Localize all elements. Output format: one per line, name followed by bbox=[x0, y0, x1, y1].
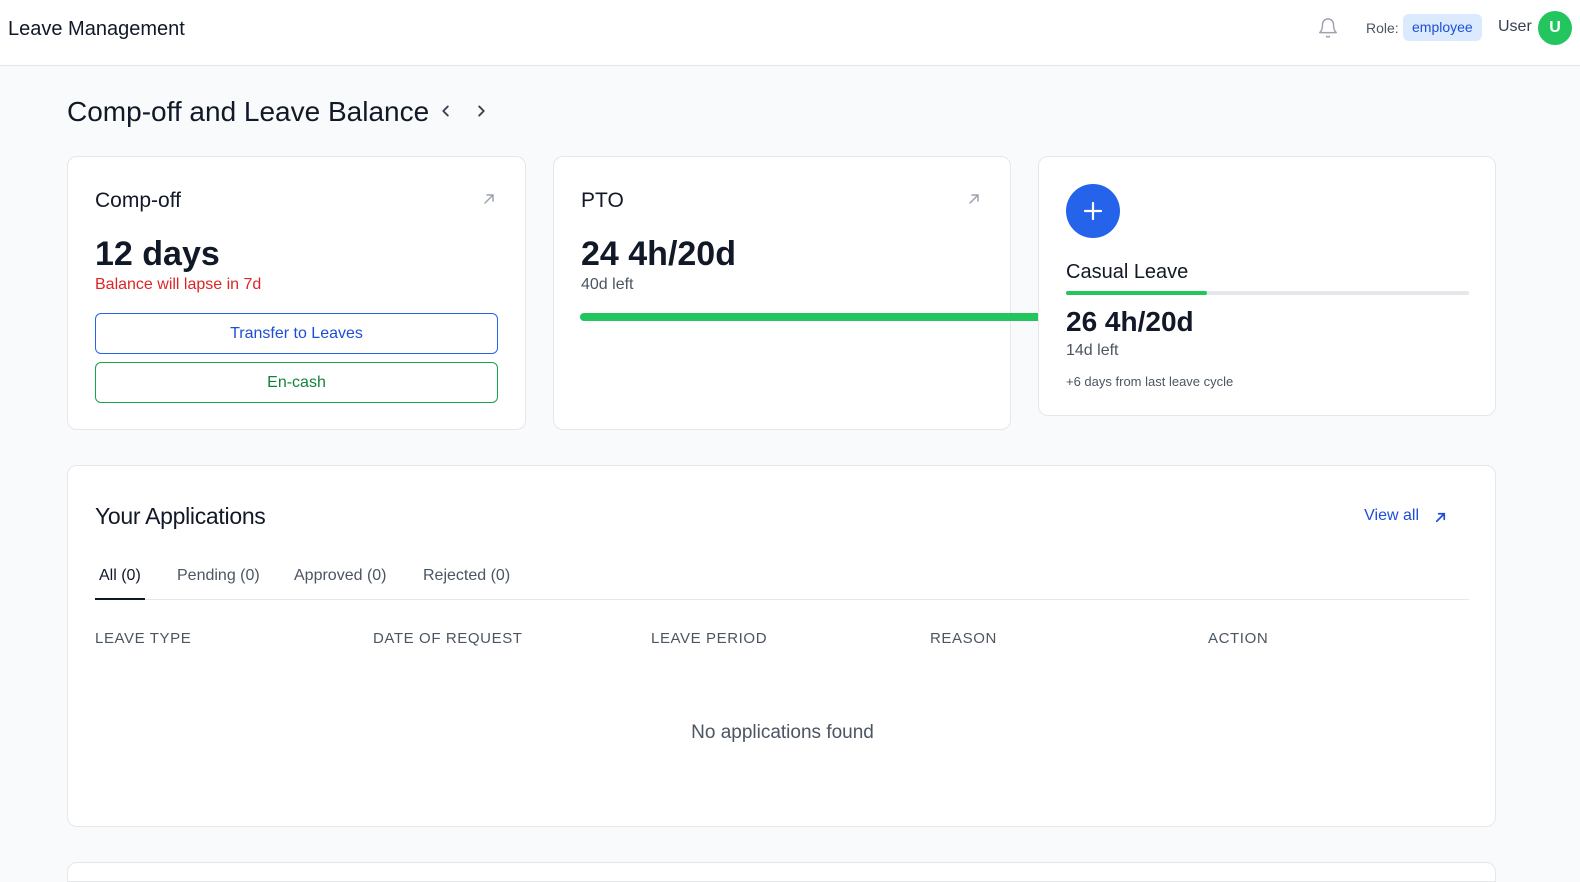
compoff-value: 12 days bbox=[95, 235, 220, 273]
top-bar: Leave Management Role: employee User U bbox=[0, 0, 1580, 66]
column-header-action: Action bbox=[1208, 630, 1269, 647]
arrow-up-right-icon[interactable] bbox=[1433, 510, 1448, 525]
pto-progress-bar bbox=[580, 313, 1038, 321]
empty-state-message: No applications found bbox=[691, 722, 874, 743]
application-tabs: All (0) Pending (0) Approved (0) Rejecte… bbox=[95, 563, 1469, 600]
column-header-date-of-request: Date of Request bbox=[373, 630, 523, 647]
casual-leave-extra-note: +6 days from last leave cycle bbox=[1066, 374, 1234, 389]
column-header-reason: Reason bbox=[930, 630, 997, 647]
tab-rejected[interactable]: Rejected (0) bbox=[419, 567, 514, 600]
transfer-to-leaves-button[interactable]: Transfer to Leaves bbox=[95, 313, 498, 354]
pto-left: 40d left bbox=[581, 276, 634, 293]
arrow-up-right-icon[interactable] bbox=[481, 191, 497, 207]
pto-title: PTO bbox=[581, 189, 624, 212]
pto-progress-fill bbox=[580, 313, 1038, 321]
casual-leave-card: Casual Leave 26 4h/20d 14d left +6 days … bbox=[1038, 156, 1496, 416]
lapse-warning: Balance will lapse in 7d bbox=[95, 276, 262, 293]
column-header-leave-type: Leave Type bbox=[95, 630, 192, 647]
view-all-link[interactable]: View all bbox=[1364, 507, 1419, 525]
casual-progress-bar bbox=[1066, 291, 1469, 295]
compoff-title: Comp-off bbox=[95, 189, 181, 212]
role-badge: employee bbox=[1403, 14, 1482, 41]
plus-icon bbox=[1083, 201, 1103, 221]
arrow-up-right-icon[interactable] bbox=[966, 191, 982, 207]
avatar[interactable]: U bbox=[1538, 11, 1572, 45]
page-title: Comp-off and Leave Balance bbox=[67, 96, 430, 127]
tab-pending[interactable]: Pending (0) bbox=[173, 567, 264, 600]
column-header-leave-period: Leave Period bbox=[651, 630, 768, 647]
role-label: Role: bbox=[1366, 20, 1399, 36]
encash-button[interactable]: En-cash bbox=[95, 362, 498, 403]
casual-leave-left: 14d left bbox=[1066, 342, 1119, 359]
pto-card: PTO 24 4h/20d 40d left bbox=[553, 156, 1038, 430]
casual-leave-value: 26 4h/20d bbox=[1066, 306, 1194, 337]
app-title: Leave Management bbox=[8, 18, 185, 40]
compoff-card: Comp-off 12 days Balance will lapse in 7… bbox=[67, 156, 526, 430]
chevron-right-icon[interactable] bbox=[470, 100, 492, 122]
casual-progress-fill bbox=[1066, 291, 1208, 295]
bell-icon[interactable] bbox=[1317, 16, 1339, 40]
user-name: User bbox=[1498, 18, 1532, 35]
tab-all[interactable]: All (0) bbox=[95, 567, 145, 600]
applications-title: Your Applications bbox=[95, 503, 266, 529]
chevron-left-icon[interactable] bbox=[435, 100, 457, 122]
pto-value: 24 4h/20d bbox=[581, 235, 736, 273]
add-leave-button[interactable] bbox=[1066, 184, 1120, 238]
tab-approved[interactable]: Approved (0) bbox=[290, 567, 391, 600]
next-section-card bbox=[67, 862, 1496, 882]
casual-leave-title: Casual Leave bbox=[1066, 261, 1189, 283]
applications-card: Your Applications View all All (0) Pendi… bbox=[67, 465, 1496, 827]
